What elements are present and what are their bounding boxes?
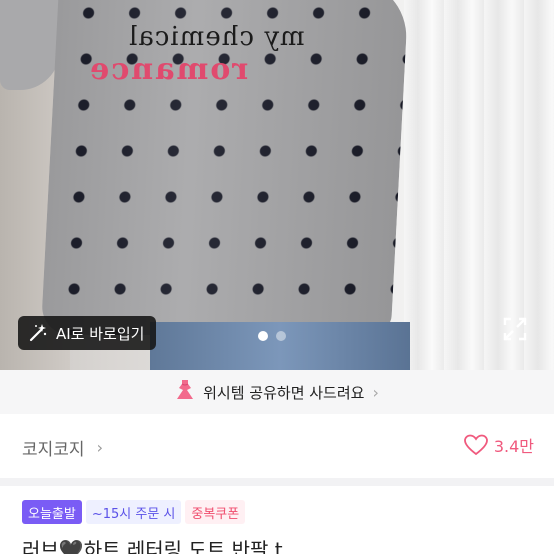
magic-wand-icon	[28, 323, 48, 343]
badge-row: 오늘출발 ~15시 주문 시 중복쿠폰	[22, 500, 246, 524]
photo-background-curtain	[404, 0, 554, 370]
product-title: 러브🖤하트 레터링 도트 반팔 t	[22, 538, 283, 554]
product-photo[interactable]: my chemical romance AI로 바로입기	[0, 0, 554, 370]
shirt-print: my chemical romance	[88, 18, 378, 88]
fast-shipping-badge: 오늘출발	[22, 500, 82, 524]
wishlist-banner-text: 위시템 공유하면 사드려요	[203, 383, 365, 402]
wishlist-share-banner[interactable]: 위시템 공유하면 사드려요 ›	[0, 370, 554, 414]
heart-icon	[463, 434, 488, 456]
section-divider	[0, 478, 554, 486]
like-count: 3.4만	[493, 437, 534, 456]
coupon-badge: 중복쿠폰	[185, 500, 246, 524]
shirt-print-line2: romance	[88, 52, 249, 87]
ai-try-on-button[interactable]: AI로 바로입기	[18, 316, 157, 350]
carousel-indicator	[258, 331, 286, 341]
dress-icon	[175, 379, 195, 405]
chevron-right-icon: ›	[96, 438, 103, 457]
shop-link[interactable]: 코지코지 ›	[22, 435, 103, 460]
photo-jeans	[150, 322, 410, 370]
ai-try-on-label: AI로 바로입기	[56, 324, 145, 343]
like-button[interactable]: 3.4만	[463, 433, 534, 457]
expand-icon	[503, 317, 527, 341]
carousel-dot[interactable]	[276, 331, 286, 341]
order-time-badge: ~15시 주문 시	[85, 500, 182, 524]
chevron-right-icon: ›	[372, 382, 379, 402]
shop-name: 코지코지	[22, 440, 85, 460]
carousel-dot-active[interactable]	[258, 331, 268, 341]
shop-row: 코지코지 › 3.4만	[0, 414, 554, 478]
expand-button[interactable]	[500, 314, 530, 344]
shirt-print-line1: my chemical	[128, 22, 305, 52]
